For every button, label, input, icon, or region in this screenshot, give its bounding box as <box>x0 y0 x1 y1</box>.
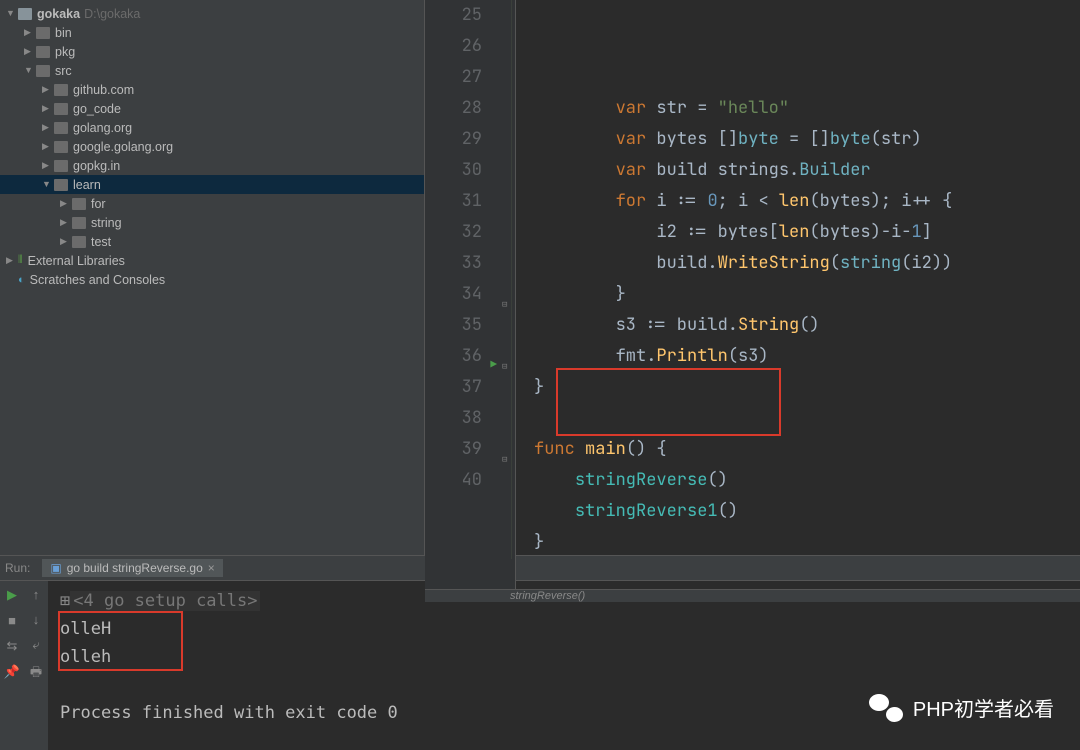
rerun-icon[interactable]: ▶ <box>7 587 17 603</box>
line-gutter: 252627282930313233343536▶37383940 <box>425 0 500 589</box>
tree-item-for[interactable]: ▶for <box>0 194 424 213</box>
scratches[interactable]: ◐Scratches and Consoles <box>0 270 424 289</box>
code-editor: 252627282930313233343536▶37383940 ⊟⊟⊟ va… <box>425 0 1080 555</box>
tree-item-bin[interactable]: ▶bin <box>0 23 424 42</box>
tree-item-learn[interactable]: ▼learn <box>0 175 424 194</box>
run-label: Run: <box>5 561 30 575</box>
tree-item-golang-org[interactable]: ▶golang.org <box>0 118 424 137</box>
wechat-icon <box>869 694 903 722</box>
tree-item-string[interactable]: ▶string <box>0 213 424 232</box>
tree-item-gopkg-in[interactable]: ▶gopkg.in <box>0 156 424 175</box>
layout-icon[interactable]: ⇆ <box>7 638 18 654</box>
external-libraries[interactable]: ▶⫴External Libraries <box>0 251 424 270</box>
code-content[interactable]: var str = "hello" var bytes []byte = []b… <box>516 0 1080 589</box>
tree-root[interactable]: ▼gokakaD:\gokaka <box>0 4 424 23</box>
watermark: PHP初学者必看 <box>869 693 1054 722</box>
tree-item-src[interactable]: ▼src <box>0 61 424 80</box>
down-icon[interactable]: ↓ <box>33 612 40 627</box>
pin-icon[interactable]: 📌 <box>4 664 20 680</box>
tree-item-test[interactable]: ▶test <box>0 232 424 251</box>
tree-item-pkg[interactable]: ▶pkg <box>0 42 424 61</box>
wrap-icon[interactable]: ⤶ <box>32 637 39 653</box>
print-icon[interactable]: 🖶 <box>30 663 42 685</box>
run-config-tab[interactable]: ▣ go build stringReverse.go × <box>42 559 222 577</box>
up-icon[interactable]: ↑ <box>33 587 40 602</box>
tree-item-go_code[interactable]: ▶go_code <box>0 99 424 118</box>
run-toolbar: ▶ ■ ⇆ 📌 ↑ ↓ ⤶ 🖶 <box>0 581 48 750</box>
tree-item-github-com[interactable]: ▶github.com <box>0 80 424 99</box>
console-output[interactable]: ⊞<4 go setup calls>olleHolleh Process fi… <box>48 581 1080 750</box>
project-sidebar: ▼gokakaD:\gokaka▶bin▶pkg▼src▶github.com▶… <box>0 0 425 555</box>
tree-item-google-golang-org[interactable]: ▶google.golang.org <box>0 137 424 156</box>
stop-icon[interactable]: ■ <box>8 613 16 628</box>
fold-column: ⊟⊟⊟ <box>500 0 516 589</box>
